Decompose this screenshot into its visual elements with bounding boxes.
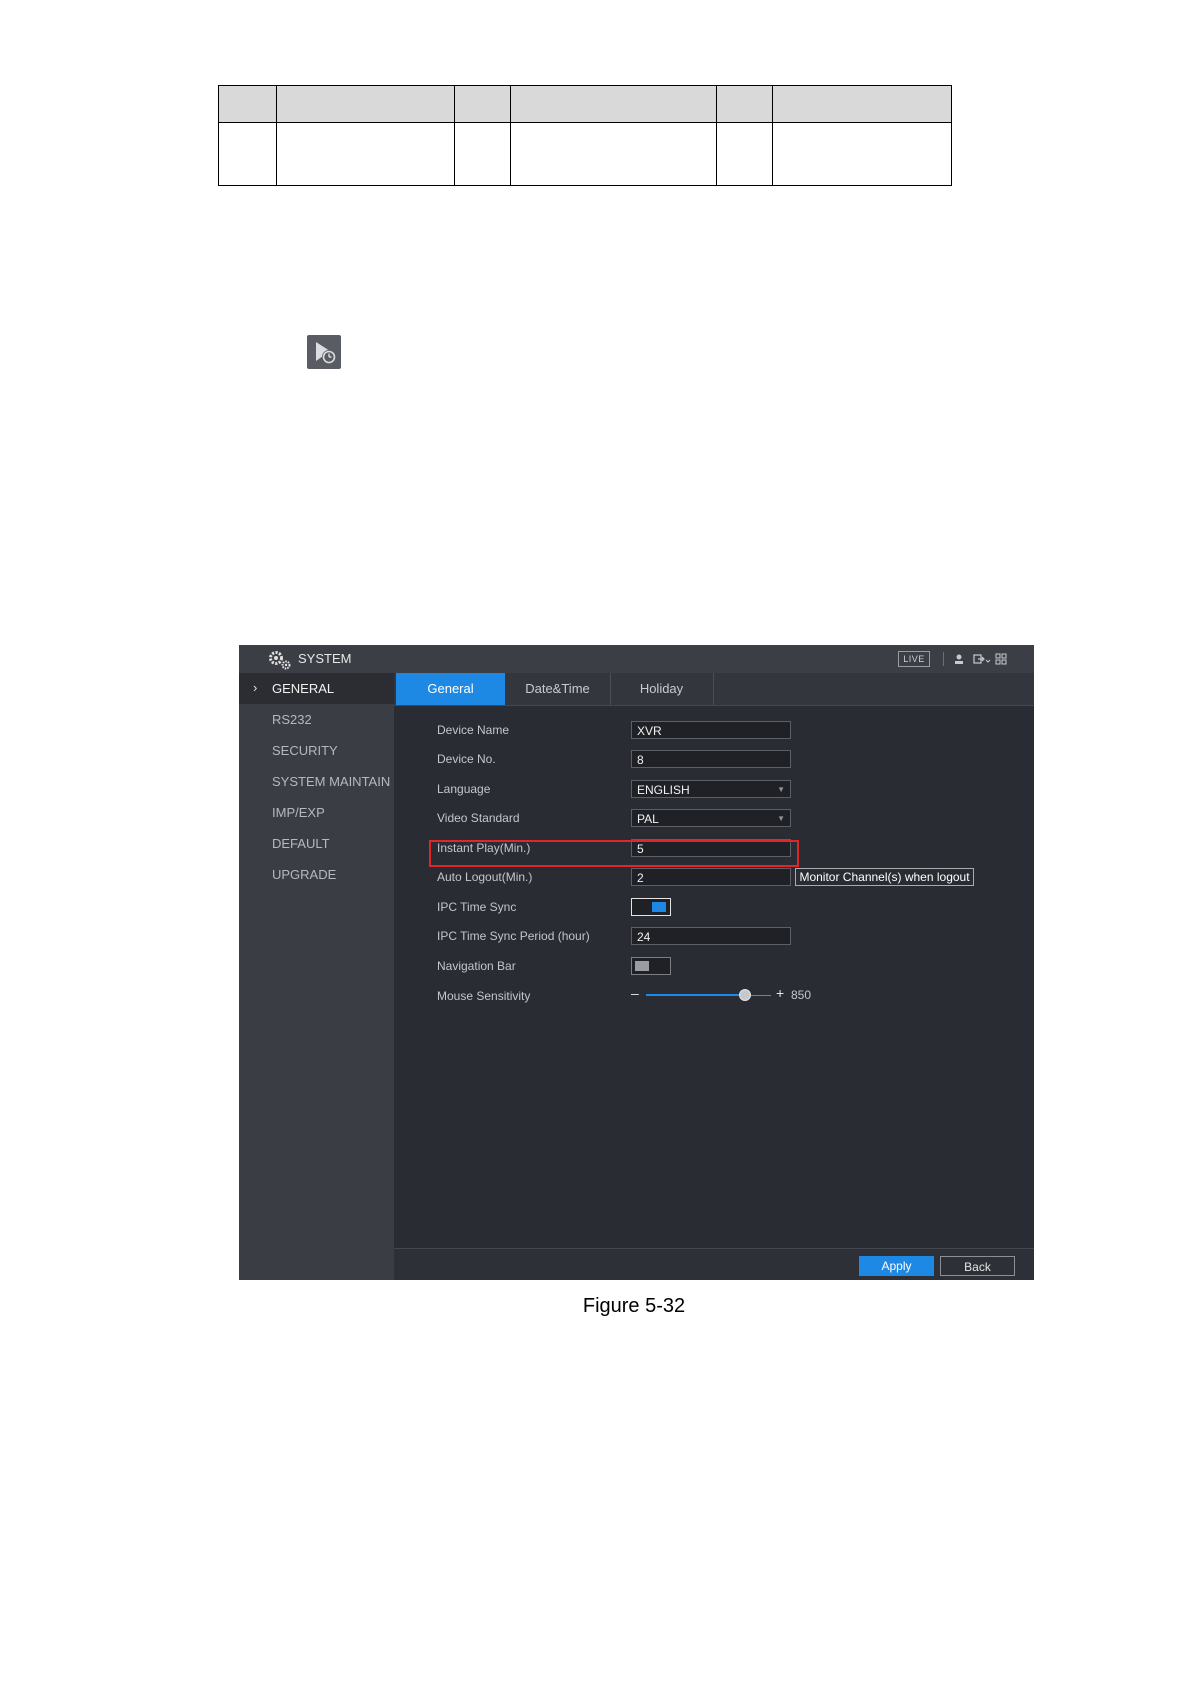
- table-row: [218, 122, 952, 186]
- table-cell: [772, 85, 952, 123]
- slider-decrease-button[interactable]: –: [631, 985, 639, 1001]
- ipc-time-sync-period-label: IPC Time Sync Period (hour): [437, 929, 590, 943]
- user-icon[interactable]: [953, 653, 965, 665]
- tab-general[interactable]: General: [396, 673, 505, 705]
- navigation-bar-label: Navigation Bar: [437, 959, 516, 973]
- sidebar-item-system-maintain[interactable]: SYSTEM MAINTAIN: [239, 766, 394, 797]
- gear-cluster-icon: [269, 651, 291, 670]
- ipc-time-sync-period-input[interactable]: 24: [631, 927, 791, 945]
- logout-icon[interactable]: [973, 653, 991, 665]
- video-standard-select[interactable]: PAL ▼: [631, 809, 791, 827]
- toolbar-divider: [943, 652, 944, 666]
- mouse-sensitivity-value: 850: [791, 988, 812, 1002]
- table-header-row: [218, 85, 952, 123]
- sidebar-item-label: UPGRADE: [272, 867, 337, 882]
- reference-table: [218, 85, 952, 186]
- table-cell: [218, 122, 277, 186]
- table-cell: [276, 122, 455, 186]
- language-label: Language: [437, 782, 491, 796]
- chevron-right-icon: ›: [253, 680, 258, 695]
- window-title: SYSTEM: [298, 651, 352, 666]
- mouse-sensitivity-label: Mouse Sensitivity: [437, 989, 531, 1003]
- tab-date-time[interactable]: Date&Time: [505, 673, 611, 705]
- sidebar-item-rs232[interactable]: RS232: [239, 704, 394, 735]
- sidebar-item-label: DEFAULT: [272, 836, 330, 851]
- language-select[interactable]: ENGLISH ▼: [631, 780, 791, 798]
- highlight-box: [429, 840, 799, 867]
- sidebar-item-security[interactable]: SECURITY: [239, 735, 394, 766]
- sidebar-item-label: SECURITY: [272, 743, 338, 758]
- sidebar-item-general[interactable]: › GENERAL: [239, 673, 394, 704]
- sidebar-item-default[interactable]: DEFAULT: [239, 828, 394, 859]
- table-cell: [510, 122, 717, 186]
- live-button[interactable]: LIVE: [898, 651, 930, 667]
- table-cell: [716, 122, 773, 186]
- monitor-channels-button[interactable]: Monitor Channel(s) when logout: [795, 868, 974, 886]
- video-standard-value: PAL: [637, 812, 659, 826]
- table-cell: [772, 122, 952, 186]
- device-no-input[interactable]: 8: [631, 750, 791, 768]
- settings-content: General Date&Time Holiday Device Name XV…: [394, 673, 1034, 1280]
- device-no-label: Device No.: [437, 752, 496, 766]
- sidebar-item-upgrade[interactable]: UPGRADE: [239, 859, 394, 890]
- table-cell: [716, 85, 773, 123]
- table-cell: [218, 85, 277, 123]
- table-cell: [510, 85, 717, 123]
- table-cell: [454, 85, 511, 123]
- grid-icon[interactable]: [995, 653, 1007, 665]
- auto-logout-input[interactable]: 2: [631, 868, 791, 886]
- table-cell: [276, 85, 455, 123]
- sidebar-item-label: IMP/EXP: [272, 805, 325, 820]
- video-standard-label: Video Standard: [437, 811, 520, 825]
- language-value: ENGLISH: [637, 783, 690, 797]
- ipc-time-sync-label: IPC Time Sync: [437, 900, 517, 914]
- device-name-label: Device Name: [437, 723, 510, 737]
- slider-increase-button[interactable]: +: [776, 985, 784, 1001]
- tab-holiday[interactable]: Holiday: [610, 673, 714, 705]
- figure-caption: Figure 5-32: [582, 1295, 686, 1317]
- sidebar-item-label: RS232: [272, 712, 312, 727]
- toggle-knob: [652, 902, 666, 912]
- sidebar-item-imp-exp[interactable]: IMP/EXP: [239, 797, 394, 828]
- navigation-bar-toggle[interactable]: [631, 957, 671, 975]
- action-bar: Apply Back: [394, 1248, 1034, 1280]
- table-cell: [454, 122, 511, 186]
- title-bar: SYSTEM LIVE: [239, 645, 1034, 674]
- toggle-knob: [635, 961, 649, 971]
- device-name-input[interactable]: XVR: [631, 721, 791, 739]
- back-button[interactable]: Back: [940, 1256, 1015, 1276]
- slider-thumb[interactable]: [738, 989, 751, 1001]
- playback-clock-icon: [307, 335, 341, 369]
- sidebar: › GENERAL RS232 SECURITY SYSTEM MAINTAIN…: [239, 673, 394, 1280]
- dropdown-arrow-icon: ▼: [777, 814, 785, 823]
- mouse-sensitivity-slider[interactable]: [646, 989, 771, 1001]
- sidebar-item-label: SYSTEM MAINTAIN: [272, 774, 391, 789]
- apply-button[interactable]: Apply: [859, 1256, 934, 1276]
- system-settings-window: SYSTEM LIVE › GENERAL RS232 SECURITY SYS…: [239, 645, 1034, 1280]
- ipc-time-sync-toggle[interactable]: [631, 898, 671, 916]
- auto-logout-label: Auto Logout(Min.): [437, 870, 533, 884]
- slider-fill: [646, 994, 745, 996]
- sidebar-item-label: GENERAL: [272, 681, 335, 696]
- tab-bar: General Date&Time Holiday: [394, 673, 1034, 706]
- dropdown-arrow-icon: ▼: [777, 785, 785, 794]
